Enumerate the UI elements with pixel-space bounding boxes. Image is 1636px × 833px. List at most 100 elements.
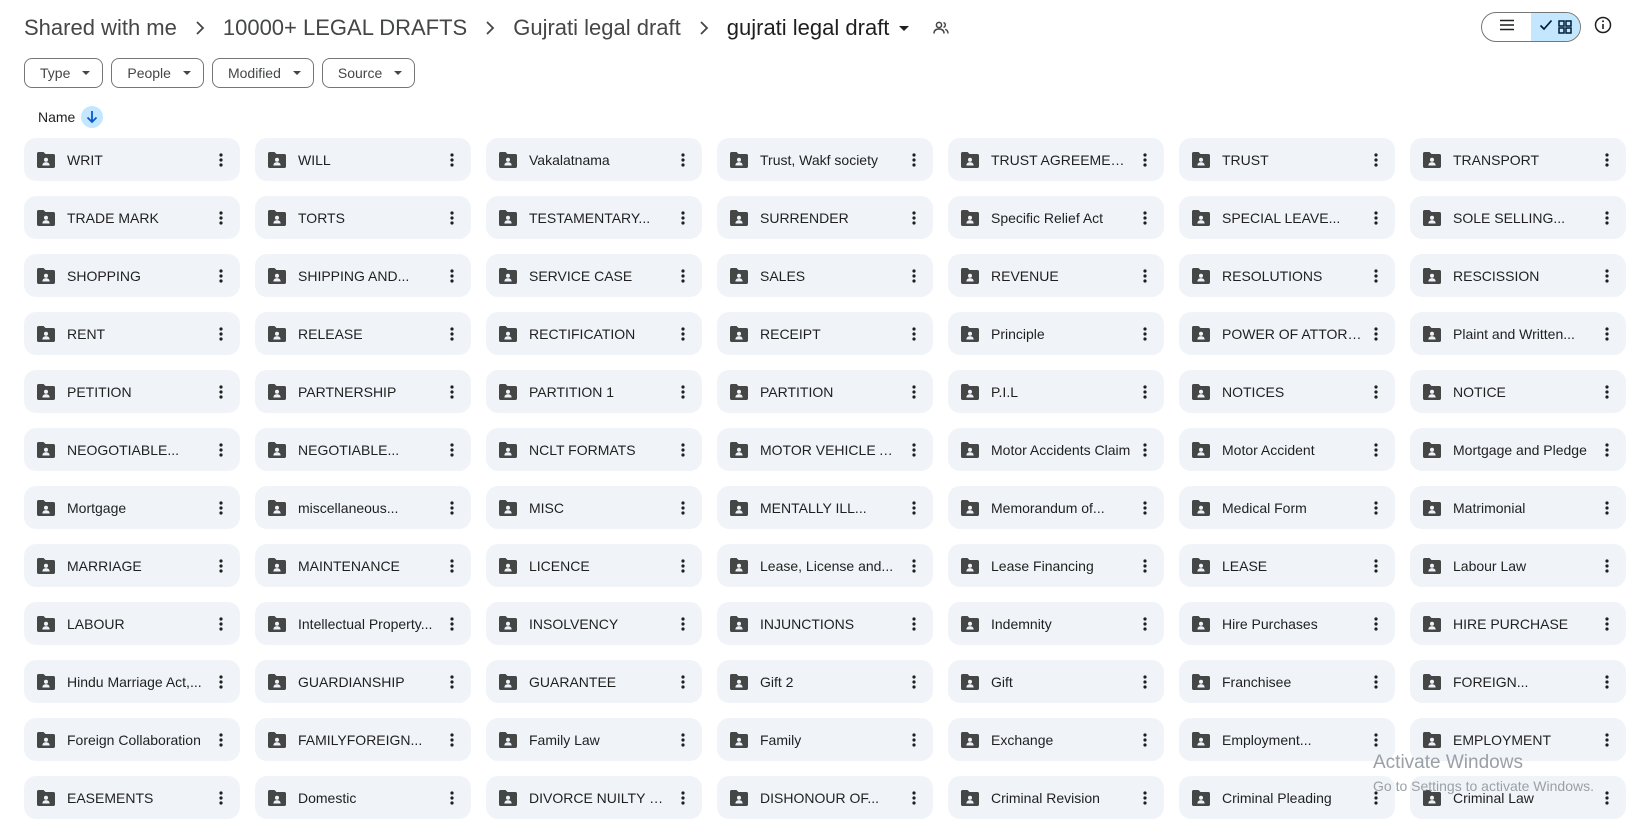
more-vert-icon[interactable] [439, 553, 465, 579]
more-vert-icon[interactable] [439, 263, 465, 289]
more-vert-icon[interactable] [901, 727, 927, 753]
more-vert-icon[interactable] [1594, 611, 1620, 637]
folder-card[interactable]: SALES [717, 254, 933, 297]
more-vert-icon[interactable] [1363, 147, 1389, 173]
folder-card[interactable]: Criminal Law [1410, 776, 1626, 819]
folder-card[interactable]: LICENCE [486, 544, 702, 587]
more-vert-icon[interactable] [439, 495, 465, 521]
folder-card[interactable]: Indemnity [948, 602, 1164, 645]
folder-card[interactable]: RESOLUTIONS [1179, 254, 1395, 297]
more-vert-icon[interactable] [1132, 669, 1158, 695]
folder-card[interactable]: Matrimonial [1410, 486, 1626, 529]
more-vert-icon[interactable] [208, 437, 234, 463]
list-view-button[interactable] [1482, 13, 1531, 41]
folder-card[interactable]: MENTALLY ILL... [717, 486, 933, 529]
more-vert-icon[interactable] [1594, 147, 1620, 173]
folder-card[interactable]: SURRENDER [717, 196, 933, 239]
folder-card[interactable]: Plaint and Written... [1410, 312, 1626, 355]
folder-card[interactable]: SHIPPING AND... [255, 254, 471, 297]
folder-card[interactable]: Labour Law [1410, 544, 1626, 587]
more-vert-icon[interactable] [670, 727, 696, 753]
folder-card[interactable]: Family Law [486, 718, 702, 761]
info-button[interactable] [1592, 16, 1614, 38]
folder-card[interactable]: GUARANTEE [486, 660, 702, 703]
more-vert-icon[interactable] [208, 321, 234, 347]
folder-card[interactable]: EMPLOYMENT [1410, 718, 1626, 761]
folder-card[interactable]: NOTICE [1410, 370, 1626, 413]
more-vert-icon[interactable] [901, 263, 927, 289]
folder-card[interactable]: Motor Accidents Claim [948, 428, 1164, 471]
more-vert-icon[interactable] [439, 727, 465, 753]
more-vert-icon[interactable] [670, 495, 696, 521]
folder-card[interactable]: MOTOR VEHICLE ACT [717, 428, 933, 471]
more-vert-icon[interactable] [1363, 495, 1389, 521]
more-vert-icon[interactable] [1594, 669, 1620, 695]
more-vert-icon[interactable] [901, 437, 927, 463]
folder-card[interactable]: PARTNERSHIP [255, 370, 471, 413]
folder-card[interactable]: Memorandum of... [948, 486, 1164, 529]
folder-card[interactable]: NEGOTIABLE... [255, 428, 471, 471]
more-vert-icon[interactable] [1132, 263, 1158, 289]
more-vert-icon[interactable] [1132, 147, 1158, 173]
folder-card[interactable]: DIVORCE NUILTY OF... [486, 776, 702, 819]
more-vert-icon[interactable] [208, 495, 234, 521]
folder-card[interactable]: RECTIFICATION [486, 312, 702, 355]
more-vert-icon[interactable] [208, 205, 234, 231]
sort-name-label[interactable]: Name [38, 109, 75, 125]
more-vert-icon[interactable] [208, 263, 234, 289]
more-vert-icon[interactable] [1363, 553, 1389, 579]
more-vert-icon[interactable] [901, 321, 927, 347]
more-vert-icon[interactable] [901, 669, 927, 695]
more-vert-icon[interactable] [670, 553, 696, 579]
folder-card[interactable]: FOREIGN... [1410, 660, 1626, 703]
folder-card[interactable]: Employment... [1179, 718, 1395, 761]
more-vert-icon[interactable] [439, 669, 465, 695]
folder-card[interactable]: Principle [948, 312, 1164, 355]
sort-direction-button[interactable] [81, 106, 104, 128]
filter-source[interactable]: Source [321, 58, 416, 88]
folder-card[interactable]: Gift 2 [717, 660, 933, 703]
folder-card[interactable]: Mortgage [24, 486, 240, 529]
folder-card[interactable]: RECEIPT [717, 312, 933, 355]
more-vert-icon[interactable] [670, 205, 696, 231]
more-vert-icon[interactable] [1594, 785, 1620, 811]
more-vert-icon[interactable] [1132, 321, 1158, 347]
folder-card[interactable]: TESTAMENTARY... [486, 196, 702, 239]
folder-card[interactable]: PARTITION 1 [486, 370, 702, 413]
more-vert-icon[interactable] [1132, 553, 1158, 579]
folder-card[interactable]: PARTITION [717, 370, 933, 413]
more-vert-icon[interactable] [1363, 611, 1389, 637]
more-vert-icon[interactable] [439, 437, 465, 463]
more-vert-icon[interactable] [439, 379, 465, 405]
more-vert-icon[interactable] [439, 147, 465, 173]
more-vert-icon[interactable] [1594, 553, 1620, 579]
more-vert-icon[interactable] [1132, 437, 1158, 463]
folder-card[interactable]: NOTICES [1179, 370, 1395, 413]
folder-card[interactable]: Vakalatnama [486, 138, 702, 181]
folder-card[interactable]: TRUST [1179, 138, 1395, 181]
folder-card[interactable]: MISC [486, 486, 702, 529]
folder-card[interactable]: PETITION [24, 370, 240, 413]
more-vert-icon[interactable] [670, 263, 696, 289]
more-vert-icon[interactable] [208, 147, 234, 173]
more-vert-icon[interactable] [1363, 321, 1389, 347]
more-vert-icon[interactable] [670, 611, 696, 637]
people-icon[interactable] [933, 21, 950, 35]
folder-card[interactable]: Mortgage and Pledge [1410, 428, 1626, 471]
more-vert-icon[interactable] [901, 379, 927, 405]
more-vert-icon[interactable] [1132, 611, 1158, 637]
folder-card[interactable]: GUARDIANSHIP [255, 660, 471, 703]
more-vert-icon[interactable] [901, 785, 927, 811]
more-vert-icon[interactable] [901, 553, 927, 579]
more-vert-icon[interactable] [1132, 379, 1158, 405]
more-vert-icon[interactable] [1363, 669, 1389, 695]
folder-card[interactable]: INSOLVENCY [486, 602, 702, 645]
folder-card[interactable]: SERVICE CASE [486, 254, 702, 297]
more-vert-icon[interactable] [1363, 727, 1389, 753]
folder-card[interactable]: RENT [24, 312, 240, 355]
folder-card[interactable]: NEOGOTIABLE... [24, 428, 240, 471]
breadcrumb-gujrati-legal-draft[interactable]: Gujrati legal draft [513, 15, 681, 41]
folder-card[interactable]: SOLE SELLING... [1410, 196, 1626, 239]
folder-card[interactable]: INJUNCTIONS [717, 602, 933, 645]
folder-card[interactable]: Family [717, 718, 933, 761]
